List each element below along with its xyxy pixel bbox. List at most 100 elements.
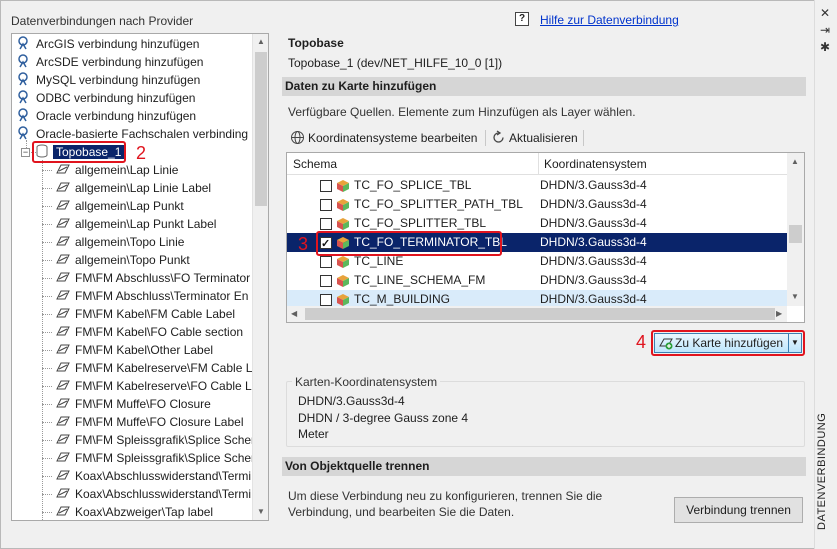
feature-class-icon [336, 198, 350, 212]
annotation-box-4 [651, 330, 805, 356]
tree-item-layer[interactable]: FM\FM Kabel\Other Label [55, 341, 213, 359]
tree-item-layer[interactable]: allgemein\Lap Punkt Label [55, 215, 216, 233]
add-connection-icon [17, 108, 31, 122]
help-icon[interactable]: ? [515, 12, 529, 26]
row-checkbox[interactable] [320, 180, 332, 192]
auto-hide-icon[interactable]: ⇥ [818, 23, 832, 37]
tree-content: ArcGIS verbindung hinzufügen ArcSDE verb… [12, 34, 253, 520]
coordinate-system-unit: Meter [298, 427, 329, 441]
tree-item-label: Oracle-basierte Fachschalen verbinding [36, 127, 249, 141]
annotation-box-2 [32, 141, 126, 163]
scrollbar-thumb[interactable] [255, 52, 267, 206]
column-divider[interactable] [538, 153, 539, 175]
toolbar-separator [485, 130, 486, 146]
tree-item-layer[interactable]: FM\FM Abschluss\Terminator En [55, 287, 248, 305]
add-connection-icon [17, 54, 31, 68]
refresh-button[interactable]: Aktualisieren [491, 128, 578, 148]
feature-class-icon [336, 255, 350, 269]
column-header-schema[interactable]: Schema [293, 153, 337, 175]
scroll-up-arrow-icon[interactable]: ▲ [791, 157, 799, 166]
tree-item-layer[interactable]: allgemein\Lap Punkt [55, 197, 184, 215]
tree-item-layer[interactable]: FM\FM Kabel\FO Cable section [55, 323, 243, 341]
tree-item-label: FM\FM Muffe\FO Closure [75, 397, 211, 411]
feature-class-icon [336, 179, 350, 193]
scroll-down-arrow-icon[interactable]: ▼ [256, 507, 266, 517]
line-layer-icon [55, 234, 71, 246]
tree-item-layer[interactable]: FM\FM Kabel\FM Cable Label [55, 305, 235, 323]
tree-item-layer[interactable]: FM\FM Abschluss\FO Terminator [55, 269, 250, 287]
add-connection-icon [17, 72, 31, 86]
tree-scrollbar[interactable]: ▲ ▼ [252, 34, 268, 520]
line-layer-icon [55, 270, 71, 282]
connection-title: Topobase [288, 36, 344, 50]
tree-item-odbc[interactable]: ODBC verbindung hinzufügen [17, 89, 195, 107]
collapse-icon[interactable]: − [21, 148, 30, 157]
tree-item-layer[interactable]: FM\FM Kabelreserve\FM Cable Lo [55, 359, 253, 377]
tree-item-arcgis[interactable]: ArcGIS verbindung hinzufügen [17, 35, 199, 53]
grid-vertical-scrollbar[interactable]: ▲ ▼ [787, 153, 804, 306]
line-layer-icon [55, 450, 71, 462]
line-layer-icon [55, 180, 71, 192]
annotation-number-4: 4 [636, 332, 647, 352]
tree-connector [42, 476, 52, 477]
tree-connector [42, 440, 52, 441]
column-header-coordinate-system[interactable]: Koordinatensystem [544, 153, 647, 175]
tree-connector [42, 404, 52, 405]
line-layer-icon [55, 396, 71, 408]
tree-item-label: FM\FM Muffe\FO Closure Label [75, 415, 244, 429]
tree-item-layer[interactable]: allgemein\Topo Punkt [55, 251, 190, 269]
scrollbar-thumb[interactable] [789, 225, 802, 243]
tree-item-label: FM\FM Kabelreserve\FM Cable Lo [75, 361, 253, 375]
row-checkbox[interactable] [320, 218, 332, 230]
row-checkbox[interactable] [320, 199, 332, 211]
tree-item-label: FM\FM Spleissgrafik\Splice Scher [75, 451, 253, 465]
scroll-down-arrow-icon[interactable]: ▼ [791, 292, 799, 301]
provider-tree-title: Datenverbindungen nach Provider [11, 14, 194, 28]
tree-item-layer[interactable]: allgemein\Lap Linie [55, 161, 178, 179]
properties-icon[interactable]: ✱ [818, 40, 832, 54]
available-sources-description: Verfügbare Quellen. Elemente zum Hinzufü… [288, 105, 636, 119]
tree-item-layer[interactable]: FM\FM Spleissgrafik\Splice Scher [55, 449, 253, 467]
scroll-up-arrow-icon[interactable]: ▲ [256, 37, 266, 47]
provider-tree[interactable]: ArcGIS verbindung hinzufügen ArcSDE verb… [11, 33, 269, 521]
tree-item-layer[interactable]: FM\FM Spleissgrafik\Splice Scher [55, 431, 253, 449]
tree-item-label: MySQL verbindung hinzufügen [36, 73, 201, 87]
row-checkbox[interactable] [320, 294, 332, 306]
edit-coordinate-systems-button[interactable]: Koordinatensysteme bearbeiten [290, 128, 477, 148]
line-layer-icon [55, 252, 71, 264]
refresh-label: Aktualisieren [509, 131, 578, 145]
tree-item-oracle[interactable]: Oracle verbindung hinzufügen [17, 107, 196, 125]
row-checkbox[interactable] [320, 275, 332, 287]
scrollbar-thumb[interactable] [305, 308, 775, 320]
grid-row[interactable]: TC_FO_SPLICE_TBL DHDN/3.Gauss3d-4 [287, 176, 787, 195]
feature-class-icon [336, 217, 350, 231]
tree-item-label: FM\FM Abschluss\FO Terminator [75, 271, 251, 285]
tree-item-arcsde[interactable]: ArcSDE verbindung hinzufügen [17, 53, 203, 71]
scroll-right-arrow-icon[interactable]: ▶ [776, 309, 782, 318]
tree-item-layer[interactable]: FM\FM Muffe\FO Closure Label [55, 413, 244, 431]
disconnect-description: Um diese Verbindung neu zu konfigurieren… [288, 489, 603, 519]
line-layer-icon [55, 288, 71, 300]
scroll-left-arrow-icon[interactable]: ◀ [291, 309, 297, 318]
tree-item-mysql[interactable]: MySQL verbindung hinzufügen [17, 71, 200, 89]
grid-row[interactable]: TC_LINE_SCHEMA_FM DHDN/3.Gauss3d-4 [287, 271, 787, 290]
tree-item-layer[interactable]: Koax\Abschlusswiderstand\Termi [55, 467, 251, 485]
tree-connector [42, 422, 52, 423]
tree-item-layer[interactable]: FM\FM Kabelreserve\FO Cable Lo [55, 377, 253, 395]
coordinate-system-cell: DHDN/3.Gauss3d-4 [540, 235, 647, 249]
tree-item-layer[interactable]: FM\FM Muffe\FO Closure [55, 395, 211, 413]
disconnect-button[interactable]: Verbindung trennen [674, 497, 803, 523]
tree-item-layer[interactable]: Koax\Abzweiger\Tap label [55, 503, 213, 520]
tree-item-layer[interactable]: allgemein\Lap Linie Label [55, 179, 211, 197]
help-link[interactable]: Hilfe zur Datenverbindung [540, 13, 679, 27]
tree-item-layer[interactable]: Koax\Abschlusswiderstand\Termi [55, 485, 251, 503]
line-layer-icon [55, 504, 71, 516]
tree-connector [42, 170, 52, 171]
row-checkbox[interactable] [320, 256, 332, 268]
grid-row[interactable]: TC_FO_SPLITTER_PATH_TBL DHDN/3.Gauss3d-4 [287, 195, 787, 214]
grid-horizontal-scrollbar[interactable]: ◀ ▶ [287, 306, 787, 322]
close-icon[interactable]: ✕ [818, 6, 832, 20]
tree-item-label: FM\FM Spleissgrafik\Splice Scher [75, 433, 253, 447]
tree-connector [42, 296, 52, 297]
tree-item-layer[interactable]: allgemein\Topo Linie [55, 233, 184, 251]
